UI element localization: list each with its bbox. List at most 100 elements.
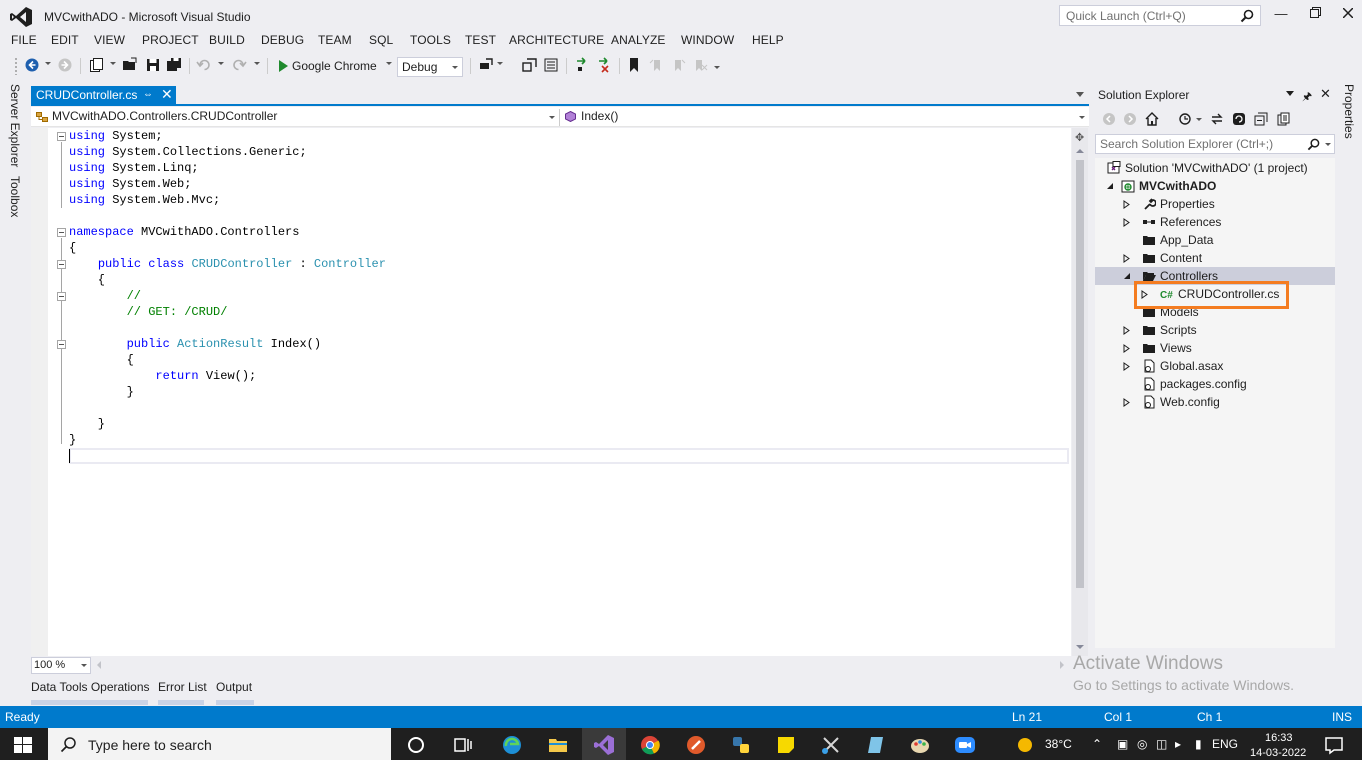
pending-changes-filter-icon[interactable]: [1178, 112, 1192, 126]
code-line[interactable]: using System.Collections.Generic;: [69, 144, 386, 160]
weather-temperature[interactable]: 38°C: [1045, 737, 1072, 751]
start-debugging-button[interactable]: Google Chrome: [276, 57, 377, 75]
code-line[interactable]: }: [69, 384, 386, 400]
tab-data-tools-operations[interactable]: Data Tools Operations: [31, 680, 150, 694]
class-navigation-dropdown[interactable]: MVCwithADO.Controllers.CRUDController: [33, 109, 557, 126]
scroll-thumb[interactable]: [1076, 160, 1084, 588]
cortana-icon[interactable]: [405, 734, 427, 756]
menu-architecture[interactable]: ARCHITECTURE: [509, 33, 604, 47]
navigate-back-icon[interactable]: [24, 57, 40, 73]
tool-app-icon[interactable]: [685, 734, 707, 756]
collapse-method-icon[interactable]: [57, 340, 66, 349]
find-in-files-icon[interactable]: [478, 57, 494, 73]
code-line[interactable]: // GET: /CRUD/: [69, 304, 386, 320]
code-line[interactable]: [69, 208, 386, 224]
step-out-icon[interactable]: [596, 57, 612, 73]
toolbar-options-dropdown[interactable]: [714, 66, 720, 69]
code-line[interactable]: return View();: [69, 368, 386, 384]
member-navigation-dropdown[interactable]: Index(): [559, 109, 1087, 126]
code-line[interactable]: [69, 448, 386, 464]
code-line[interactable]: //: [69, 288, 386, 304]
pin-icon[interactable]: ⇔: [143, 89, 153, 100]
undo-icon[interactable]: [196, 57, 212, 73]
tab-overflow-icon[interactable]: [1076, 92, 1084, 97]
menu-test[interactable]: TEST: [465, 33, 496, 47]
menu-project[interactable]: PROJECT: [142, 33, 199, 47]
collapse-namespace-icon[interactable]: [57, 228, 66, 237]
network-icon[interactable]: ◫: [1156, 737, 1167, 751]
close-tab-icon[interactable]: ✕: [161, 86, 173, 103]
taskbar-search-input[interactable]: Type here to search: [48, 728, 391, 760]
expanded-arrow-icon[interactable]: [1123, 272, 1131, 280]
collapsed-arrow-icon[interactable]: [1123, 199, 1130, 209]
quick-launch-input[interactable]: Quick Launch (Ctrl+Q): [1059, 5, 1261, 26]
collapsed-arrow-icon[interactable]: [1123, 343, 1130, 353]
menu-build[interactable]: BUILD: [209, 33, 245, 47]
code-line[interactable]: {: [69, 272, 386, 288]
battery-icon[interactable]: ▮: [1195, 737, 1202, 751]
window-position-dropdown-icon[interactable]: [1286, 91, 1294, 96]
tree-node-properties[interactable]: Properties: [1123, 195, 1215, 213]
collapsed-arrow-icon[interactable]: [1123, 397, 1130, 407]
close-icon[interactable]: ✕: [1320, 86, 1331, 102]
tree-node-project[interactable]: MVCwithADO: [1106, 177, 1216, 195]
collapse-comment-icon[interactable]: [57, 292, 66, 301]
zoom-select[interactable]: 100 %: [31, 657, 91, 674]
split-window-icon[interactable]: ✥: [1075, 131, 1084, 144]
bookmark-icon[interactable]: [626, 57, 642, 73]
input-language[interactable]: ENG: [1212, 737, 1238, 751]
code-line[interactable]: public class CRUDController : Controller: [69, 256, 386, 272]
solution-explorer-search-input[interactable]: Search Solution Explorer (Ctrl+;): [1095, 134, 1335, 154]
toolbox-tab[interactable]: Toolbox: [8, 176, 22, 217]
show-all-files-icon[interactable]: [1276, 112, 1290, 126]
menu-sql[interactable]: SQL: [369, 33, 393, 47]
save-icon[interactable]: [145, 57, 161, 73]
forward-icon[interactable]: [1123, 112, 1137, 126]
edge-browser-icon[interactable]: [501, 734, 523, 756]
new-project-dropdown[interactable]: [110, 62, 116, 65]
solution-explorer-icon[interactable]: [522, 57, 538, 73]
menu-team[interactable]: TEAM: [318, 33, 352, 47]
close-window-button[interactable]: [1337, 6, 1359, 24]
collapse-all-icon[interactable]: [1254, 112, 1268, 126]
scroll-up-icon[interactable]: [1076, 149, 1084, 153]
navigate-forward-icon[interactable]: [57, 57, 73, 73]
chrome-icon[interactable]: [639, 734, 661, 756]
restore-button[interactable]: [1304, 6, 1326, 24]
tree-node-content[interactable]: Content: [1123, 249, 1202, 267]
notification-icon[interactable]: [1323, 734, 1345, 756]
step-into-icon[interactable]: [574, 57, 590, 73]
filter-dropdown[interactable]: [1196, 118, 1202, 121]
sticky-notes-icon[interactable]: [775, 734, 797, 756]
scroll-left-icon[interactable]: [97, 661, 101, 669]
chevron-up-icon[interactable]: ⌃: [1092, 737, 1102, 751]
vertical-scrollbar[interactable]: ✥: [1072, 128, 1088, 656]
code-text[interactable]: using System; using System.Collections.Ge…: [69, 128, 386, 464]
menu-debug[interactable]: DEBUG: [261, 33, 304, 47]
server-explorer-tab[interactable]: Server Explorer: [8, 84, 22, 167]
open-file-icon[interactable]: [122, 57, 138, 73]
menu-view[interactable]: VIEW: [94, 33, 125, 47]
menu-file[interactable]: FILE: [11, 33, 37, 47]
solution-configuration-select[interactable]: Debug: [397, 57, 463, 77]
search-options-dropdown[interactable]: [1325, 143, 1331, 146]
tab-crudcontroller[interactable]: CRUDController.cs ⇔ ✕: [31, 86, 176, 106]
code-line[interactable]: [69, 320, 386, 336]
tree-node-views[interactable]: Views: [1123, 339, 1192, 357]
tree-node-global-asax[interactable]: Global.asax: [1123, 357, 1223, 375]
tab-error-list[interactable]: Error List: [158, 680, 207, 694]
undo-dropdown[interactable]: [218, 62, 224, 65]
previous-bookmark-icon[interactable]: [649, 57, 665, 73]
find-dropdown[interactable]: [497, 62, 503, 65]
tree-node-solution[interactable]: Solution 'MVCwithADO' (1 project): [1107, 159, 1308, 177]
collapsed-arrow-icon[interactable]: [1123, 217, 1130, 227]
location-icon[interactable]: ◎: [1137, 737, 1147, 751]
code-line[interactable]: using System.Linq;: [69, 160, 386, 176]
collapse-class-icon[interactable]: [57, 260, 66, 269]
scroll-right-icon[interactable]: [1060, 661, 1064, 669]
home-icon[interactable]: [1145, 112, 1159, 126]
tree-node-packages-config[interactable]: packages.config: [1142, 375, 1247, 393]
run-target-dropdown[interactable]: [386, 62, 392, 65]
back-icon[interactable]: [1102, 112, 1116, 126]
collapsed-arrow-icon[interactable]: [1123, 325, 1130, 335]
